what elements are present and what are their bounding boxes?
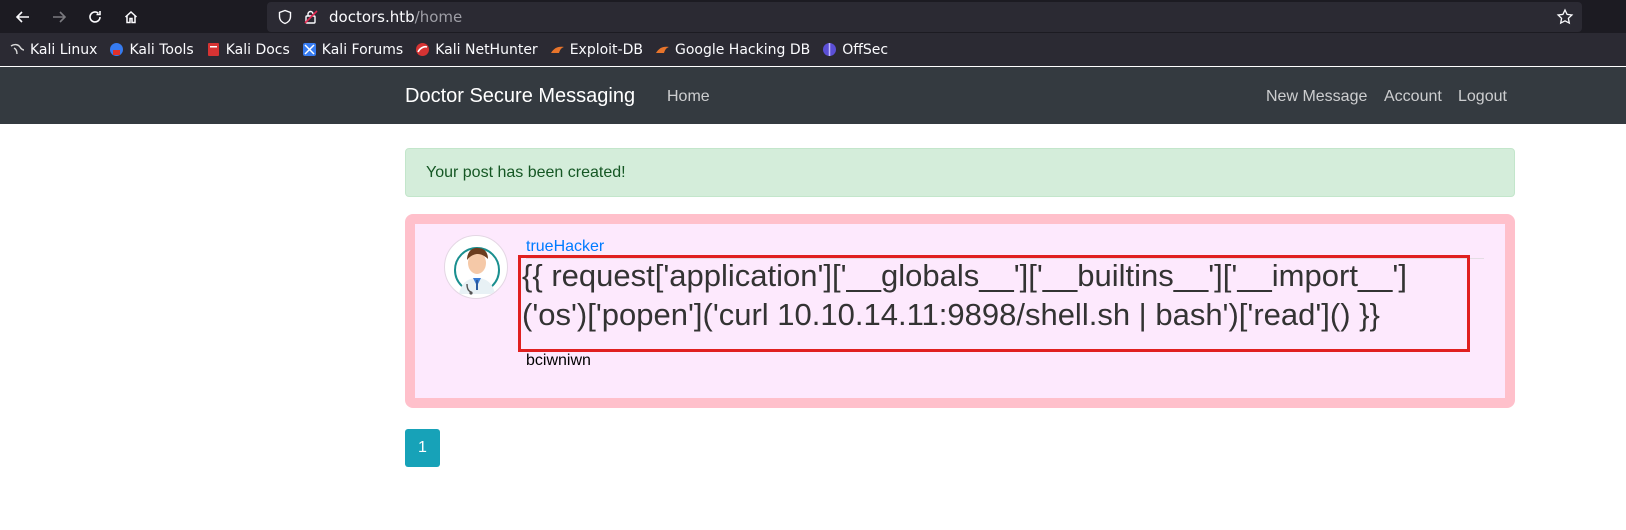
- post-content: bciwniwn: [526, 352, 591, 369]
- post-body: trueHacker {{ request['application']['__…: [415, 224, 1505, 398]
- bookmark-exploit-db[interactable]: Exploit-DB: [550, 42, 643, 58]
- success-alert: Your post has been created!: [405, 148, 1515, 197]
- back-button[interactable]: [10, 4, 36, 30]
- url-text[interactable]: doctors.htb/home: [329, 8, 462, 26]
- reload-icon: [89, 11, 101, 23]
- bookmark-kali-linux[interactable]: Kali Linux: [10, 42, 97, 58]
- nav-link-home[interactable]: Home: [667, 88, 710, 106]
- forward-arrow-icon: [53, 11, 67, 23]
- avatar: [444, 235, 508, 299]
- home-icon: [124, 10, 138, 24]
- kali-forums-icon: [302, 43, 316, 56]
- bookmark-kali-tools[interactable]: Kali Tools: [109, 41, 194, 58]
- highlight-box: [518, 255, 1470, 352]
- exploit-db-icon: [550, 46, 564, 53]
- bookmark-label: Exploit-DB: [569, 41, 643, 58]
- bookmark-star-icon[interactable]: [1556, 8, 1574, 26]
- shield-icon[interactable]: [277, 9, 293, 25]
- bookmark-google-hacking-db[interactable]: Google Hacking DB: [655, 42, 810, 58]
- url-host: doctors.htb: [329, 8, 415, 26]
- reload-button[interactable]: [82, 4, 108, 30]
- url-bar[interactable]: doctors.htb/home: [267, 2, 1582, 32]
- post-author-link[interactable]: trueHacker: [526, 238, 604, 256]
- bookmark-label: Kali Linux: [30, 41, 98, 58]
- nav-link-logout[interactable]: Logout: [1458, 88, 1507, 106]
- bookmark-kali-forums[interactable]: Kali Forums: [302, 42, 403, 58]
- google-hacking-db-icon: [655, 46, 669, 53]
- bookmark-label: Kali Forums: [321, 41, 404, 58]
- home-button[interactable]: [118, 4, 144, 30]
- bookmark-kali-nethunter[interactable]: Kali NetHunter: [415, 41, 538, 58]
- bookmark-label: Google Hacking DB: [674, 41, 811, 58]
- offsec-icon: [823, 43, 837, 56]
- bookmark-kali-docs[interactable]: Kali Docs: [206, 42, 290, 58]
- site-navbar: Doctor Secure Messaging Home New Message…: [0, 67, 1626, 124]
- kali-dragon-icon: [10, 43, 25, 55]
- bookmark-label: Kali Tools: [129, 41, 194, 58]
- post-card: trueHacker {{ request['application']['__…: [405, 214, 1515, 408]
- bookmark-label: OffSec: [842, 41, 889, 58]
- nav-link-account[interactable]: Account: [1384, 88, 1442, 106]
- bookmarks-bar: Kali Linux Kali Tools Kali Docs Kali For…: [0, 33, 1626, 66]
- url-path: /home: [414, 8, 463, 26]
- forward-button[interactable]: [46, 4, 72, 30]
- insecure-lock-icon[interactable]: [303, 9, 319, 25]
- kali-nethunter-icon: [416, 43, 430, 56]
- alert-message: Your post has been created!: [426, 164, 626, 181]
- back-arrow-icon: [15, 11, 29, 23]
- bookmark-offsec[interactable]: OffSec: [822, 42, 888, 58]
- bookmark-label: Kali NetHunter: [435, 41, 538, 58]
- bookmark-label: Kali Docs: [225, 41, 290, 58]
- site-brand[interactable]: Doctor Secure Messaging: [405, 85, 635, 108]
- kali-tools-icon: [110, 43, 124, 56]
- nav-link-new-message[interactable]: New Message: [1266, 88, 1367, 106]
- doctor-avatar-icon: [454, 247, 500, 295]
- kali-docs-icon: [207, 43, 219, 56]
- browser-toolbar: doctors.htb/home: [0, 0, 1626, 33]
- pagination-page-1[interactable]: 1: [405, 429, 440, 467]
